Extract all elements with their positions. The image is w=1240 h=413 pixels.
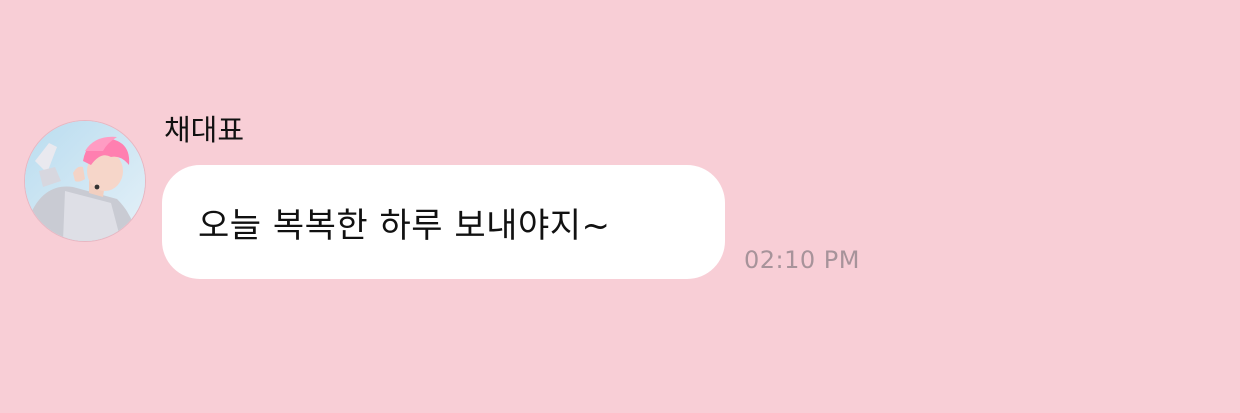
message-row: 채대표 오늘 복복한 하루 보내야지~ 02:10 PM	[24, 110, 904, 290]
message-timestamp: 02:10 PM	[744, 246, 860, 274]
chat-screen: 채대표 오늘 복복한 하루 보내야지~ 02:10 PM	[0, 0, 1240, 413]
message-text: 오늘 복복한 하루 보내야지~	[198, 205, 611, 246]
message-bubble[interactable]: 오늘 복복한 하루 보내야지~	[162, 165, 725, 279]
avatar-image	[25, 121, 145, 241]
sender-avatar[interactable]	[24, 120, 146, 242]
sender-name: 채대표	[164, 113, 245, 147]
